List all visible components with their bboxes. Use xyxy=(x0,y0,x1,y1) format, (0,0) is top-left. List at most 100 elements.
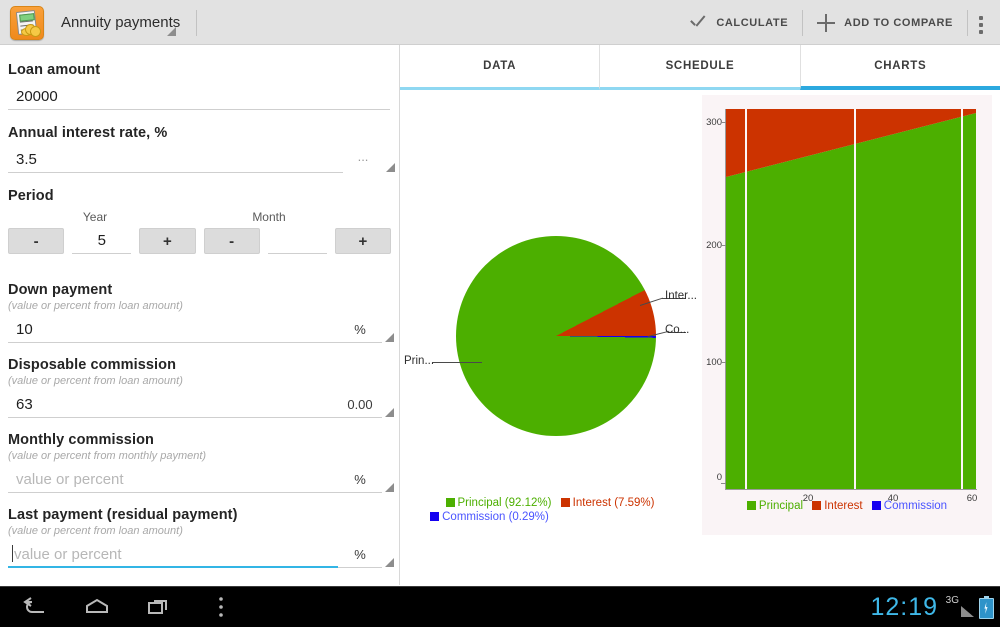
title-dropdown-icon[interactable] xyxy=(167,27,176,36)
monthly-commission-hint: (value or percent from monthly payment) xyxy=(8,450,207,462)
down-payment-unit[interactable]: % xyxy=(338,317,382,343)
legend-label-interest: Interest (7.59%) xyxy=(572,497,655,509)
loan-amount-label: Loan amount xyxy=(8,62,101,78)
tablet-screen: Annuity payments CALCULATE ADD TO COMPAR… xyxy=(0,0,1000,627)
annual-rate-suffix: ... xyxy=(357,149,369,164)
month-increment-button[interactable]: + xyxy=(334,228,391,254)
year-value-input[interactable]: 5 xyxy=(72,228,132,254)
monthly-commission-dropdown-triangle-icon[interactable] xyxy=(385,483,394,492)
area-chart-x-axis xyxy=(725,489,977,490)
loan-amount-input[interactable]: 20000 xyxy=(8,84,390,110)
area-chart-divider xyxy=(961,109,963,489)
monthly-commission-label: Monthly commission xyxy=(8,432,155,448)
last-payment-placeholder: value or percent xyxy=(14,546,122,563)
disposable-commission-hint: (value or percent from loan amount) xyxy=(8,375,183,387)
area-chart-divider xyxy=(745,109,747,489)
home-icon[interactable] xyxy=(64,587,130,627)
tab-data[interactable]: DATA xyxy=(400,45,600,90)
pie-callout-interest: Inter... xyxy=(665,290,697,302)
field-period: Period Year Month - 5 + - + xyxy=(8,188,391,254)
area-chart-panel: 300 200 100 0 20 40 60 Principal Interes… xyxy=(702,95,992,535)
disposable-commission-label: Disposable commission xyxy=(8,357,177,373)
last-payment-label: Last payment (residual payment) xyxy=(8,507,238,523)
overflow-menu-icon[interactable] xyxy=(970,0,992,45)
input-form-panel: Loan amount 20000 Annual interest rate, … xyxy=(0,45,400,585)
annual-rate-dropdown-triangle-icon[interactable] xyxy=(386,163,395,172)
add-to-compare-label: ADD TO COMPARE xyxy=(844,16,953,29)
tab-bar: DATA SCHEDULE CHARTS xyxy=(400,45,1000,90)
action-bar: Annuity payments CALCULATE ADD TO COMPAR… xyxy=(0,0,1000,46)
year-decrement-button[interactable]: - xyxy=(8,228,65,254)
month-value-input[interactable] xyxy=(267,228,327,254)
field-annual-rate: Annual interest rate, % 3.5 ... xyxy=(8,125,395,173)
status-clock: 12:19 xyxy=(870,593,938,621)
back-arrow-icon[interactable] xyxy=(2,587,68,627)
calculate-label: CALCULATE xyxy=(716,16,789,29)
last-payment-hint: (value or percent from loan amount) xyxy=(8,525,183,537)
pie-callout-commission: Co... xyxy=(665,324,690,336)
pie-callout-leader-principal xyxy=(432,362,482,363)
last-payment-input[interactable]: value or percent xyxy=(8,542,338,568)
down-payment-input[interactable]: 10 xyxy=(8,317,338,343)
status-network-label: 3G xyxy=(945,595,959,606)
system-navigation-bar: 12:19 3G xyxy=(0,586,1000,627)
legend-label-commission: Commission xyxy=(883,500,948,512)
pie-callout-principal: Prin... xyxy=(404,355,435,367)
legend-swatch-commission xyxy=(871,501,881,510)
legend-swatch-commission xyxy=(430,512,440,521)
legend-item-interest: Interest (7.59%) xyxy=(560,496,655,510)
action-bar-left: Annuity payments xyxy=(0,0,180,45)
area-chart-plot[interactable] xyxy=(726,109,976,489)
plus-icon xyxy=(817,13,836,32)
legend-label-commission: Commission (0.29%) xyxy=(442,511,549,523)
app-title[interactable]: Annuity payments xyxy=(61,14,180,31)
add-to-compare-button[interactable]: ADD TO COMPARE xyxy=(805,0,965,45)
field-monthly-commission: Monthly commission (value or percent fro… xyxy=(8,432,394,493)
legend-label-interest: Interest xyxy=(824,500,863,512)
pie-chart-legend: Principal (92.12%) Interest (7.59%) Comm… xyxy=(400,496,700,524)
down-payment-dropdown-triangle-icon[interactable] xyxy=(385,333,394,342)
battery-charging-icon xyxy=(979,596,994,619)
y-tick-200: 200 xyxy=(706,240,722,251)
menu-dots-icon[interactable] xyxy=(188,587,254,627)
period-label: Period xyxy=(8,188,54,204)
monthly-commission-unit[interactable]: % xyxy=(338,467,382,493)
legend-swatch-principal xyxy=(746,501,756,510)
period-year-label: Year xyxy=(82,210,108,224)
y-tick-0: 0 xyxy=(716,472,722,483)
legend-item-interest: Interest xyxy=(812,500,863,512)
action-bar-right: CALCULATE ADD TO COMPARE xyxy=(677,0,1000,45)
legend-item-principal: Principal xyxy=(746,500,804,512)
recent-apps-icon[interactable] xyxy=(126,587,192,627)
monthly-commission-input[interactable]: value or percent xyxy=(8,467,338,493)
last-payment-unit[interactable]: % xyxy=(338,542,382,568)
down-payment-hint: (value or percent from loan amount) xyxy=(8,300,183,312)
pie-chart-panel: Prin... Inter... Co... Principal (92.12%… xyxy=(400,90,700,585)
divider xyxy=(196,10,197,36)
annual-rate-input[interactable]: 3.5 xyxy=(8,147,343,173)
field-down-payment: Down payment (value or percent from loan… xyxy=(8,282,394,343)
field-loan-amount: Loan amount 20000 xyxy=(8,62,390,110)
tab-charts[interactable]: CHARTS xyxy=(799,45,1000,90)
pie-chart[interactable] xyxy=(456,236,656,436)
y-tick-300: 300 xyxy=(706,117,722,128)
disposable-commission-dropdown-triangle-icon[interactable] xyxy=(385,408,394,417)
annual-rate-label: Annual interest rate, % xyxy=(8,125,168,141)
legend-swatch-interest xyxy=(812,501,822,510)
legend-label-principal: Principal xyxy=(758,500,804,512)
tab-schedule[interactable]: SCHEDULE xyxy=(599,45,800,90)
field-last-payment: Last payment (residual payment) (value o… xyxy=(8,507,394,568)
area-series-principal xyxy=(726,113,976,489)
legend-swatch-principal xyxy=(445,498,455,507)
legend-label-principal: Principal (92.12%) xyxy=(457,497,552,509)
area-chart-svg xyxy=(726,109,976,489)
month-decrement-button[interactable]: - xyxy=(203,228,260,254)
disposable-commission-input[interactable]: 63 xyxy=(8,392,338,418)
calculate-button[interactable]: CALCULATE xyxy=(677,0,800,45)
year-increment-button[interactable]: + xyxy=(139,228,196,254)
y-tick-100: 100 xyxy=(706,357,722,368)
area-chart-legend: Principal Interest Commission xyxy=(702,500,992,512)
legend-item-commission: Commission (0.29%) xyxy=(430,510,549,524)
last-payment-dropdown-triangle-icon[interactable] xyxy=(385,558,394,567)
disposable-commission-unit[interactable]: 0.00 xyxy=(338,392,382,418)
